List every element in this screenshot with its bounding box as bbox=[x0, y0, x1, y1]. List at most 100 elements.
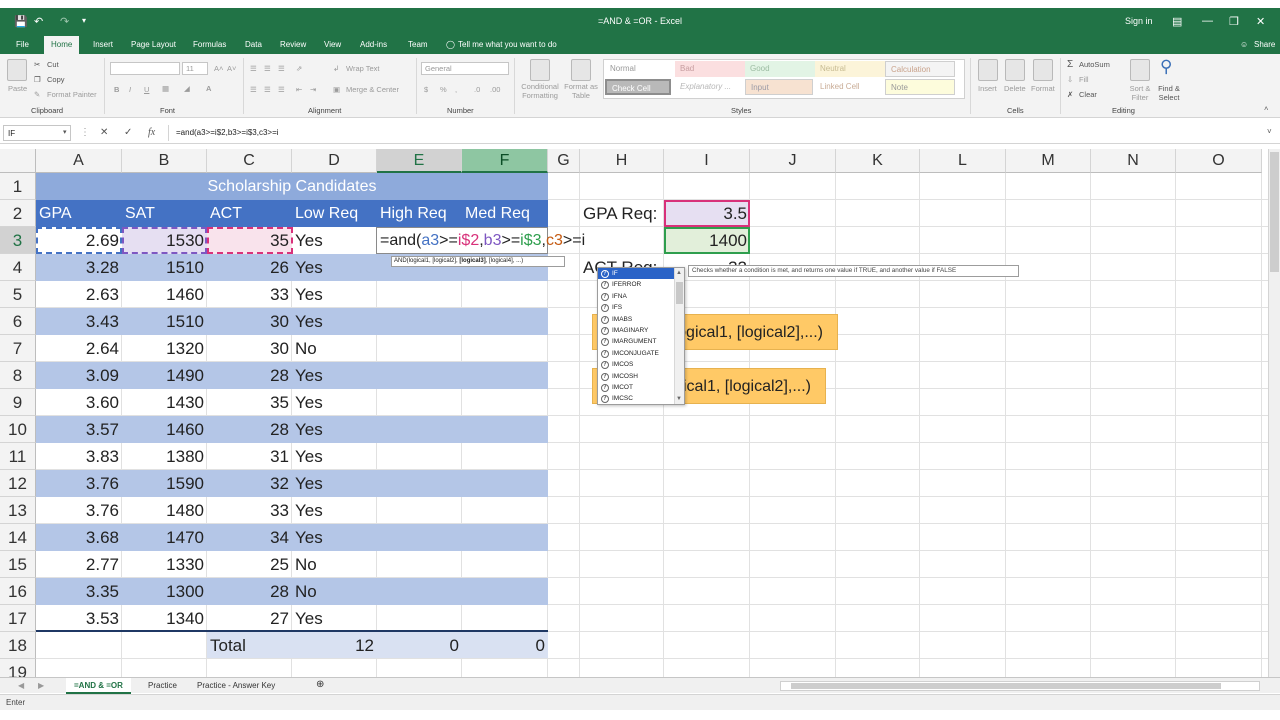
row-header-11[interactable]: 11 bbox=[0, 443, 36, 470]
tab-home[interactable]: Home bbox=[44, 36, 80, 54]
table-cell[interactable]: 31 bbox=[207, 443, 292, 470]
table-cell[interactable]: Yes bbox=[292, 605, 323, 632]
autocomplete-scrollbar[interactable]: ▲ ▼ bbox=[674, 268, 684, 404]
table-cell[interactable]: 3.60 bbox=[36, 389, 122, 416]
minimize-icon[interactable]: — bbox=[1202, 15, 1213, 27]
format-cells-icon[interactable] bbox=[1033, 59, 1053, 81]
vertical-scrollbar[interactable] bbox=[1268, 149, 1280, 677]
format-as-table-icon[interactable] bbox=[571, 59, 591, 81]
collapse-ribbon-icon[interactable]: ˄ bbox=[1264, 104, 1268, 113]
table-cell[interactable]: 28 bbox=[207, 578, 292, 605]
autocomplete-item[interactable]: f IMAGINARY bbox=[598, 325, 684, 336]
table-cell[interactable]: 3.68 bbox=[36, 524, 122, 551]
paste-button[interactable]: Paste bbox=[8, 84, 27, 93]
fill-color-icon[interactable]: ◢ bbox=[184, 84, 190, 93]
name-box-dropdown-icon[interactable]: ▾ bbox=[63, 128, 67, 136]
tab-view[interactable]: View bbox=[324, 40, 341, 49]
table-cell[interactable]: 1460 bbox=[122, 416, 207, 443]
table-cell[interactable]: 1470 bbox=[122, 524, 207, 551]
table-cell[interactable]: 30 bbox=[207, 335, 292, 362]
function-autocomplete-list[interactable]: f IF f IFERROR f IFNA f IFS f IMABS f IMAGINARY f IMA… bbox=[597, 267, 685, 405]
top-align-icon[interactable]: ☰ bbox=[250, 64, 257, 73]
table-cell[interactable]: 3.76 bbox=[36, 497, 122, 524]
column-header-f[interactable]: F bbox=[462, 149, 548, 173]
style-note[interactable]: Note bbox=[885, 79, 955, 95]
table-cell[interactable]: 3.57 bbox=[36, 416, 122, 443]
column-header-o[interactable]: O bbox=[1176, 149, 1262, 173]
table-cell[interactable]: 1590 bbox=[122, 470, 207, 497]
style-explanatory[interactable]: Explanatory ... bbox=[675, 79, 745, 95]
table-cell[interactable]: No bbox=[292, 578, 317, 605]
worksheet-grid[interactable]: ABCDEFGHIJKLMNO 1 2 3 4 5 6 7 8 9 10 11 12 13 14 15 16 1… bbox=[0, 149, 1268, 678]
table-cell[interactable]: Yes bbox=[292, 497, 323, 524]
table-cell[interactable]: 27 bbox=[207, 605, 292, 632]
table-cell[interactable]: 1480 bbox=[122, 497, 207, 524]
table-cell[interactable]: 30 bbox=[207, 308, 292, 335]
conditional-formatting-icon[interactable] bbox=[530, 59, 550, 81]
autocomplete-item[interactable]: f IMCOSH bbox=[598, 371, 684, 382]
column-header-n[interactable]: N bbox=[1091, 149, 1176, 173]
autocomplete-item[interactable]: f IMCSC bbox=[598, 393, 684, 404]
table-cell[interactable]: 25 bbox=[207, 551, 292, 578]
sheet-tab-and-or[interactable]: =AND & =OR bbox=[66, 678, 131, 694]
cell-edit-formula[interactable]: =and(a3>=i$2,b3>=i$3,c3>=i bbox=[380, 227, 585, 254]
table-cell[interactable]: 26 bbox=[207, 254, 292, 281]
tab-review[interactable]: Review bbox=[280, 40, 306, 49]
row-header-4[interactable]: 4 bbox=[0, 254, 36, 281]
row-header-19[interactable]: 19 bbox=[0, 659, 36, 678]
horizontal-scrollbar[interactable] bbox=[780, 681, 1260, 691]
table-cell[interactable]: 2.64 bbox=[36, 335, 122, 362]
row-header-17[interactable]: 17 bbox=[0, 605, 36, 632]
font-color-icon[interactable]: A bbox=[206, 84, 211, 93]
row-header-6[interactable]: 6 bbox=[0, 308, 36, 335]
paste-icon[interactable] bbox=[7, 59, 27, 81]
autocomplete-item[interactable]: f IMCOT bbox=[598, 382, 684, 393]
row-header-8[interactable]: 8 bbox=[0, 362, 36, 389]
tell-me-box[interactable]: Tell me what you want to do bbox=[458, 40, 557, 49]
row-header-14[interactable]: 14 bbox=[0, 524, 36, 551]
scroll-up-icon[interactable]: ▲ bbox=[676, 270, 682, 276]
table-cell[interactable]: 2.69 bbox=[36, 227, 122, 254]
conditional-formatting-button[interactable]: Conditional Formatting bbox=[518, 82, 562, 100]
column-header-b[interactable]: B bbox=[122, 149, 207, 173]
format-painter-button[interactable]: Format Painter bbox=[47, 90, 97, 99]
autosum-button[interactable]: AutoSum bbox=[1079, 60, 1110, 69]
table-cell[interactable]: Yes bbox=[292, 362, 323, 389]
font-size-select[interactable]: 11 bbox=[182, 62, 208, 75]
table-cell[interactable]: 3.09 bbox=[36, 362, 122, 389]
borders-icon[interactable]: ▦ bbox=[162, 84, 169, 93]
table-cell[interactable]: Yes bbox=[292, 416, 323, 443]
fill-button[interactable]: Fill bbox=[1079, 75, 1089, 84]
row-header-18[interactable]: 18 bbox=[0, 632, 36, 659]
table-cell[interactable]: 1490 bbox=[122, 362, 207, 389]
autocomplete-item[interactable]: f IF bbox=[598, 268, 684, 280]
accounting-format-icon[interactable]: $ bbox=[424, 85, 428, 94]
scroll-down-icon[interactable]: ▼ bbox=[676, 396, 682, 402]
table-cell[interactable]: 1320 bbox=[122, 335, 207, 362]
autocomplete-item[interactable]: f IMARGUMENT bbox=[598, 336, 684, 347]
bottom-align-icon[interactable]: ☰ bbox=[278, 64, 285, 73]
row-header-2[interactable]: 2 bbox=[0, 200, 36, 227]
table-cell[interactable]: 34 bbox=[207, 524, 292, 551]
italic-button[interactable]: I bbox=[129, 85, 131, 94]
close-icon[interactable]: ✕ bbox=[1256, 15, 1265, 28]
sheet-tab-practice[interactable]: Practice bbox=[140, 678, 185, 694]
vertical-scroll-thumb[interactable] bbox=[1270, 152, 1279, 272]
insert-cells-button[interactable]: Insert bbox=[978, 84, 997, 93]
table-cell[interactable]: 35 bbox=[207, 227, 292, 254]
column-header-k[interactable]: K bbox=[836, 149, 920, 173]
clear-button[interactable]: Clear bbox=[1079, 90, 1097, 99]
column-header-c[interactable]: C bbox=[207, 149, 292, 173]
table-cell[interactable]: Yes bbox=[292, 524, 323, 551]
table-cell[interactable]: Yes bbox=[292, 308, 323, 335]
tab-team[interactable]: Team bbox=[408, 40, 428, 49]
table-cell[interactable]: 3.28 bbox=[36, 254, 122, 281]
table-cell[interactable]: 28 bbox=[207, 416, 292, 443]
format-as-table-button[interactable]: Format as Table bbox=[563, 82, 599, 100]
delete-cells-button[interactable]: Delete bbox=[1004, 84, 1026, 93]
align-left-icon[interactable]: ☰ bbox=[250, 85, 257, 94]
tab-data[interactable]: Data bbox=[245, 40, 262, 49]
orientation-icon[interactable]: ⇗ bbox=[296, 64, 302, 73]
tab-insert[interactable]: Insert bbox=[93, 40, 113, 49]
copy-button[interactable]: Copy bbox=[47, 75, 65, 84]
